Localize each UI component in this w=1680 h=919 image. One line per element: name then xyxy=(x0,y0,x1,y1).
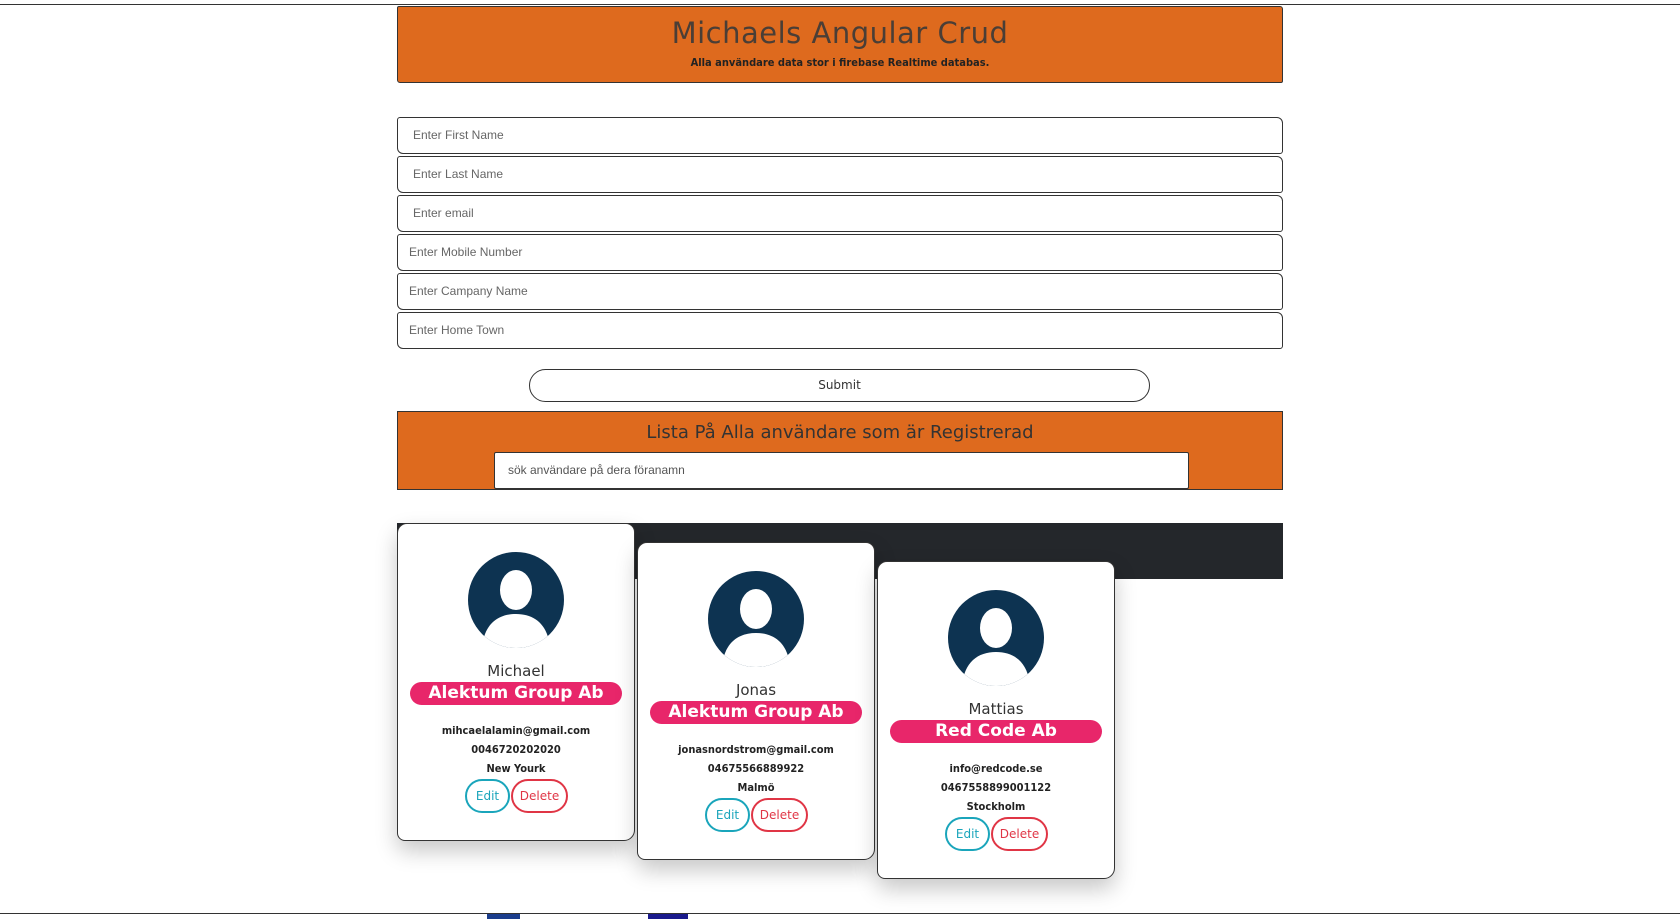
avatar-icon xyxy=(948,590,1044,686)
delete-button[interactable]: Delete xyxy=(991,817,1048,851)
delete-button[interactable]: Delete xyxy=(751,798,808,832)
user-list-header: Lista På Alla användare som är Registrer… xyxy=(397,411,1283,490)
taskbar-block xyxy=(487,914,520,919)
company-badge: Alektum Group Ab xyxy=(410,682,622,705)
edit-button[interactable]: Edit xyxy=(465,779,510,813)
taskbar-block xyxy=(648,914,688,919)
user-card: Mattias Red Code Ab info@redcode.se 0467… xyxy=(877,561,1115,879)
page-title: Michaels Angular Crud xyxy=(671,16,1009,50)
edit-button[interactable]: Edit xyxy=(945,817,990,851)
company-badge: Alektum Group Ab xyxy=(650,701,862,724)
user-name: Michael xyxy=(487,662,545,680)
user-card: Jonas Alektum Group Ab jonasnordstrom@gm… xyxy=(637,542,875,860)
edit-button[interactable]: Edit xyxy=(705,798,750,832)
user-email: mihcaelalamin@gmail.com xyxy=(441,724,591,737)
user-phone: 04675566889922 xyxy=(707,762,805,775)
user-phone: 0467558899001122 xyxy=(940,781,1052,794)
avatar-icon xyxy=(708,571,804,667)
user-town: Malmö xyxy=(737,781,775,794)
user-email: info@redcode.se xyxy=(949,762,1043,775)
hometown-input[interactable]: Enter Home Town xyxy=(397,312,1283,349)
submit-button[interactable]: Submit xyxy=(529,369,1150,402)
bottom-taskbar-edge xyxy=(0,913,1680,919)
search-input[interactable]: sök användare på dera föranamn xyxy=(494,452,1189,489)
user-phone: 0046720202020 xyxy=(471,743,561,756)
user-town: Stockholm xyxy=(966,800,1026,813)
top-border xyxy=(0,4,1680,5)
avatar-icon xyxy=(468,552,564,648)
user-name: Mattias xyxy=(968,700,1024,718)
user-email: jonasnordstrom@gmail.com xyxy=(678,743,834,756)
first-name-input[interactable]: Enter First Name xyxy=(397,117,1283,154)
company-input[interactable]: Enter Campany Name xyxy=(397,273,1283,310)
email-input[interactable]: Enter email xyxy=(397,195,1283,232)
mobile-input[interactable]: Enter Mobile Number xyxy=(397,234,1283,271)
user-name: Jonas xyxy=(735,681,777,699)
user-form: Enter First Name Enter Last Name Enter e… xyxy=(397,117,1283,351)
page-subtitle: Alla användare data stor i firebase Real… xyxy=(690,56,990,69)
user-list-heading: Lista På Alla användare som är Registrer… xyxy=(646,422,1034,443)
delete-button[interactable]: Delete xyxy=(511,779,568,813)
user-card: Michael Alektum Group Ab mihcaelalamin@g… xyxy=(397,523,635,841)
company-badge: Red Code Ab xyxy=(890,720,1102,743)
last-name-input[interactable]: Enter Last Name xyxy=(397,156,1283,193)
page-header: Michaels Angular Crud Alla användare dat… xyxy=(397,6,1283,83)
user-town: New Yourk xyxy=(486,762,546,775)
